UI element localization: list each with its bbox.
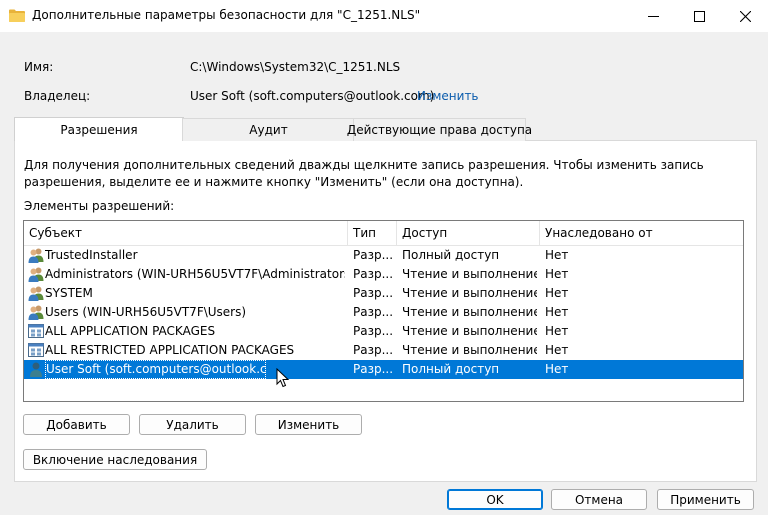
change-owner-link[interactable]: Изменить bbox=[417, 89, 479, 103]
row-inherited: Нет bbox=[545, 305, 569, 319]
row-principal: Administrators (WIN-URH56U5VT7F\Administ… bbox=[45, 267, 345, 281]
row-inherited: Нет bbox=[545, 267, 569, 281]
row-type: Разр... bbox=[353, 305, 393, 319]
table-row[interactable]: Administrators (WIN-URH56U5VT7F\Administ… bbox=[24, 265, 743, 284]
row-principal: TrustedInstaller bbox=[45, 248, 138, 262]
row-principal: ALL APPLICATION PACKAGES bbox=[45, 324, 216, 338]
row-inherited: Нет bbox=[545, 248, 569, 262]
name-label: Имя: bbox=[24, 60, 54, 74]
row-type: Разр... bbox=[353, 286, 393, 300]
window-title: Дополнительные параметры безопасности дл… bbox=[32, 8, 421, 22]
users-icon bbox=[28, 305, 44, 320]
users-icon bbox=[28, 286, 44, 301]
row-access: Чтение и выполнение bbox=[402, 286, 537, 300]
mouse-cursor-icon bbox=[276, 368, 290, 388]
folder-icon bbox=[9, 9, 25, 22]
owner-label: Владелец: bbox=[24, 89, 91, 103]
tab-permissions[interactable]: Разрешения bbox=[14, 117, 184, 141]
close-button[interactable] bbox=[722, 0, 768, 32]
tab-effective-access[interactable]: Действующие права доступа bbox=[347, 118, 532, 141]
table-row-selected[interactable]: User Soft (soft.computers@outlook.com) Р… bbox=[24, 360, 743, 379]
table-row[interactable]: Users (WIN-URH56U5VT7F\Users) Разр... Чт… bbox=[24, 303, 743, 322]
apply-button[interactable]: Применить bbox=[657, 489, 754, 510]
row-access: Полный доступ bbox=[402, 248, 500, 262]
row-principal: ALL RESTRICTED APPLICATION PACKAGES bbox=[45, 343, 295, 357]
row-type: Разр... bbox=[353, 362, 393, 376]
maximize-icon bbox=[693, 10, 705, 22]
title-bar: Дополнительные параметры безопасности дл… bbox=[0, 0, 768, 32]
enable-inheritance-button[interactable]: Включение наследования bbox=[23, 449, 207, 470]
user-icon bbox=[30, 362, 42, 377]
table-row[interactable]: TrustedInstaller Разр... Полный доступ Н… bbox=[24, 246, 743, 265]
tab-audit[interactable]: Аудит bbox=[182, 118, 355, 141]
table-row[interactable]: ALL APPLICATION PACKAGES Разр... Чтение … bbox=[24, 322, 743, 341]
row-type: Разр... bbox=[353, 267, 393, 281]
row-principal: SYSTEM bbox=[45, 286, 93, 300]
ok-button[interactable]: OK bbox=[447, 489, 543, 510]
column-header-inherited[interactable]: Унаследовано от bbox=[540, 221, 743, 245]
owner-value: User Soft (soft.computers@outlook.com) bbox=[190, 89, 435, 103]
add-button[interactable]: Добавить bbox=[23, 414, 130, 435]
row-access: Чтение и выполнение bbox=[402, 324, 537, 338]
column-header-principal[interactable]: Субъект bbox=[24, 221, 348, 245]
close-icon bbox=[739, 10, 751, 22]
row-principal: User Soft (soft.computers@outlook.com) bbox=[45, 360, 266, 379]
app-packages-icon bbox=[28, 324, 44, 338]
row-access: Чтение и выполнение bbox=[402, 305, 537, 319]
minimize-button[interactable] bbox=[630, 0, 676, 32]
name-value: C:\Windows\System32\C_1251.NLS bbox=[190, 60, 401, 74]
row-inherited: Нет bbox=[545, 362, 569, 376]
row-access: Чтение и выполнение bbox=[402, 343, 537, 357]
users-icon bbox=[28, 267, 44, 282]
permission-entries-list[interactable]: Субъект Тип Доступ Унаследовано от Trust… bbox=[23, 220, 744, 402]
row-access: Чтение и выполнение bbox=[402, 267, 537, 281]
column-header-type[interactable]: Тип bbox=[348, 221, 397, 245]
row-inherited: Нет bbox=[545, 324, 569, 338]
edit-button[interactable]: Изменить bbox=[255, 414, 362, 435]
minimize-icon bbox=[647, 15, 659, 17]
row-inherited: Нет bbox=[545, 343, 569, 357]
app-packages-icon bbox=[28, 343, 44, 357]
table-row[interactable]: SYSTEM Разр... Чтение и выполнение Нет bbox=[24, 284, 743, 303]
table-row[interactable]: ALL RESTRICTED APPLICATION PACKAGES Разр… bbox=[24, 341, 743, 360]
list-header: Субъект Тип Доступ Унаследовано от bbox=[24, 221, 743, 246]
row-inherited: Нет bbox=[545, 286, 569, 300]
maximize-button[interactable] bbox=[676, 0, 722, 32]
column-header-access[interactable]: Доступ bbox=[397, 221, 540, 245]
row-type: Разр... bbox=[353, 343, 393, 357]
cancel-button[interactable]: Отмена bbox=[551, 489, 647, 510]
users-icon bbox=[28, 248, 44, 263]
permissions-description: Для получения дополнительных сведений дв… bbox=[24, 158, 704, 189]
row-principal: Users (WIN-URH56U5VT7F\Users) bbox=[45, 305, 247, 319]
remove-button[interactable]: Удалить bbox=[139, 414, 246, 435]
row-access: Полный доступ bbox=[402, 362, 500, 376]
permission-entries-label: Элементы разрешений: bbox=[24, 199, 175, 213]
row-type: Разр... bbox=[353, 248, 393, 262]
row-type: Разр... bbox=[353, 324, 393, 338]
